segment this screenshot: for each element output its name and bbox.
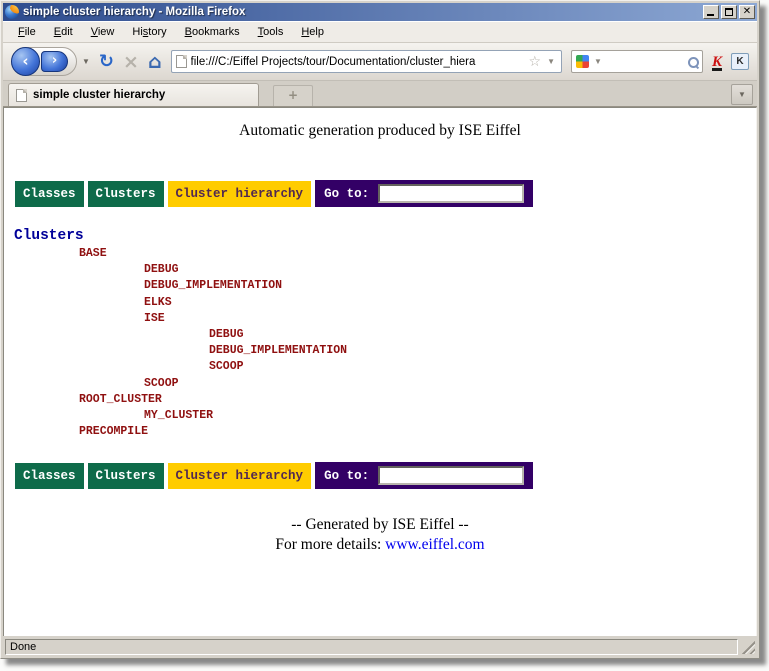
- goto-block-top: Go to:: [315, 180, 533, 207]
- url-input[interactable]: [191, 56, 525, 68]
- cluster-link-scoop[interactable]: SCOOP: [4, 359, 756, 375]
- menu-bookmarks[interactable]: Bookmarks: [176, 23, 249, 41]
- cluster-link-debug[interactable]: DEBUG: [4, 327, 756, 343]
- goto-block-bottom: Go to:: [315, 462, 533, 489]
- history-dropdown-icon[interactable]: ▼: [82, 57, 90, 66]
- maximize-button[interactable]: [721, 5, 737, 19]
- clusters-heading: Clusters: [14, 228, 756, 244]
- nav-row-top: Classes Clusters Cluster hierarchy Go to…: [15, 180, 756, 207]
- search-engine-dropdown-icon[interactable]: ▼: [592, 57, 604, 66]
- new-tab-button[interactable]: +: [273, 85, 313, 106]
- more-details-text: For more details:: [275, 536, 385, 553]
- cluster-link-debug[interactable]: DEBUG: [4, 262, 756, 278]
- status-text: Done: [5, 639, 738, 655]
- list-all-tabs-icon[interactable]: ▼: [731, 84, 753, 105]
- cluster-link-precompile[interactable]: PRECOMPILE: [4, 424, 756, 440]
- cluster-link-base[interactable]: BASE: [4, 246, 756, 262]
- eiffel-link[interactable]: www.eiffel.com: [385, 536, 484, 553]
- url-dropdown-icon[interactable]: ▼: [545, 57, 557, 66]
- tab-bar: simple cluster hierarchy + ▼: [3, 81, 757, 107]
- url-bar[interactable]: ☆ ▼: [171, 50, 562, 73]
- classes-button-bottom[interactable]: Classes: [15, 463, 84, 489]
- title-bar[interactable]: simple cluster hierarchy - Mozilla Firef…: [3, 3, 757, 21]
- menu-view[interactable]: View: [82, 23, 124, 41]
- classes-button[interactable]: Classes: [15, 181, 84, 207]
- status-bar: Done: [3, 636, 757, 656]
- cluster-hierarchy-button[interactable]: Cluster hierarchy: [168, 181, 312, 207]
- clusters-button[interactable]: Clusters: [88, 181, 164, 207]
- stop-icon: ×: [123, 54, 139, 70]
- page-title: Automatic generation produced by ISE Eif…: [4, 122, 756, 140]
- cluster-link-elks[interactable]: ELKS: [4, 295, 756, 311]
- clusters-button-bottom[interactable]: Clusters: [88, 463, 164, 489]
- browser-window: simple cluster hierarchy - Mozilla Firef…: [0, 0, 760, 659]
- resize-grip[interactable]: [740, 639, 755, 654]
- cluster-link-scoop[interactable]: SCOOP: [4, 376, 756, 392]
- page-footer: -- Generated by ISE Eiffel -- For more d…: [4, 515, 756, 555]
- cluster-link-debug_implementation[interactable]: DEBUG_IMPLEMENTATION: [4, 343, 756, 359]
- tab-simple-cluster-hierarchy[interactable]: simple cluster hierarchy: [8, 83, 259, 106]
- goto-input-top[interactable]: [378, 184, 524, 203]
- menu-help[interactable]: Help: [292, 23, 333, 41]
- menu-tools[interactable]: Tools: [249, 23, 293, 41]
- cluster-link-ise[interactable]: ISE: [4, 311, 756, 327]
- cluster-link-debug_implementation[interactable]: DEBUG_IMPLEMENTATION: [4, 278, 756, 294]
- kaspersky-icon[interactable]: K: [712, 54, 722, 70]
- cluster-link-root_cluster[interactable]: ROOT_CLUSTER: [4, 392, 756, 408]
- menu-file[interactable]: File: [9, 23, 45, 41]
- forward-button[interactable]: ›: [41, 51, 68, 72]
- refresh-icon[interactable]: ↻: [99, 51, 114, 72]
- tab-page-icon: [16, 89, 27, 102]
- back-button[interactable]: ‹: [11, 47, 40, 76]
- menu-history[interactable]: History: [123, 23, 175, 41]
- search-box[interactable]: ▼: [571, 50, 703, 73]
- minimize-button[interactable]: [703, 5, 719, 19]
- generated-by-text: -- Generated by ISE Eiffel --: [4, 515, 756, 535]
- menu-edit[interactable]: Edit: [45, 23, 82, 41]
- page-content: Automatic generation produced by ISE Eif…: [3, 107, 757, 636]
- search-magnifier-icon[interactable]: [688, 57, 698, 67]
- menu-bar: FileEditViewHistoryBookmarksToolsHelp: [3, 21, 757, 43]
- close-button[interactable]: ✕: [739, 5, 755, 19]
- goto-label-bottom: Go to:: [324, 469, 369, 483]
- cluster-link-my_cluster[interactable]: MY_CLUSTER: [4, 408, 756, 424]
- home-icon[interactable]: ⌂: [148, 51, 162, 73]
- search-input[interactable]: [607, 56, 685, 68]
- goto-input-bottom[interactable]: [378, 466, 524, 485]
- k-addon-button[interactable]: K: [731, 53, 749, 70]
- firefox-icon: [5, 5, 19, 19]
- page-icon: [176, 55, 187, 68]
- bookmark-star-icon[interactable]: ☆: [529, 54, 542, 70]
- nav-row-bottom: Classes Clusters Cluster hierarchy Go to…: [15, 462, 756, 489]
- window-title: simple cluster hierarchy - Mozilla Firef…: [23, 6, 245, 18]
- back-forward-group: ‹ ›: [11, 47, 77, 76]
- cluster-hierarchy-button-bottom[interactable]: Cluster hierarchy: [168, 463, 312, 489]
- google-search-icon[interactable]: [576, 55, 589, 68]
- tab-label: simple cluster hierarchy: [33, 89, 165, 101]
- more-details-line: For more details: www.eiffel.com: [4, 535, 756, 555]
- goto-label: Go to:: [324, 187, 369, 201]
- cluster-tree: BASEDEBUGDEBUG_IMPLEMENTATIONELKSISEDEBU…: [4, 246, 756, 440]
- navigation-toolbar: ‹ › ▼ ↻ × ⌂ ☆ ▼ ▼ K K: [3, 43, 757, 81]
